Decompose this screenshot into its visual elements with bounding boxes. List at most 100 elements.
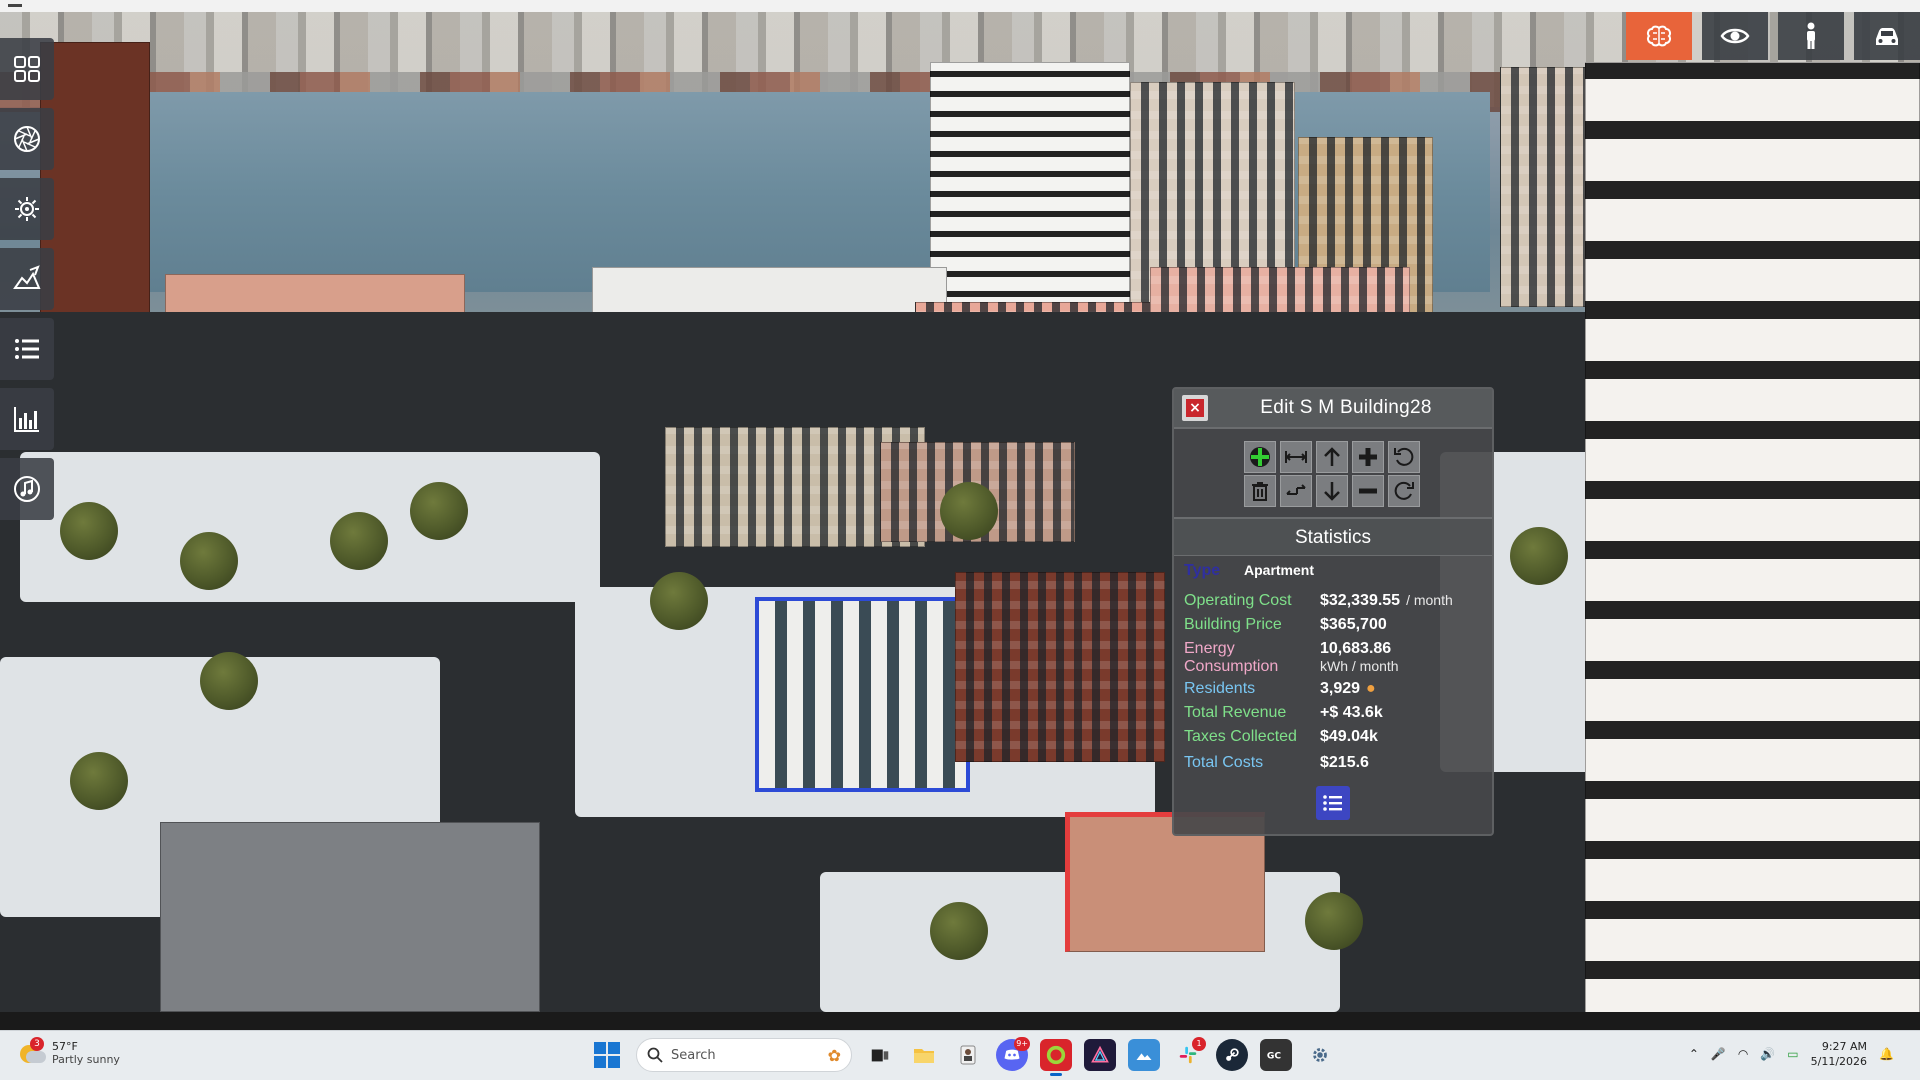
list-menu-button[interactable] (0, 318, 54, 380)
selected-apartment-building[interactable] (755, 597, 970, 792)
tower-building (930, 62, 1130, 312)
steam-icon (1226, 1048, 1239, 1061)
rotate-left-button[interactable] (1388, 441, 1420, 473)
folder-icon (914, 1049, 934, 1063)
game-app-button[interactable] (1040, 1039, 1072, 1076)
total-revenue-value: +$ 43.6k (1320, 704, 1383, 721)
steam-button[interactable] (1216, 1039, 1248, 1071)
gamecenter-button[interactable]: GC (1260, 1039, 1292, 1071)
total-costs-label: Total Costs (1184, 754, 1264, 771)
left-red-tower (40, 42, 150, 342)
microphone-icon[interactable]: 🎤 (1711, 1047, 1726, 1061)
taxes-value: $49.04k (1320, 728, 1378, 745)
move-icon (1250, 447, 1270, 467)
arrow-up-icon (1324, 447, 1340, 466)
clock[interactable]: 9:27 AM 5/11/2026 (1811, 1039, 1867, 1069)
settings-button[interactable] (1304, 1039, 1336, 1071)
eye-icon (1720, 28, 1750, 44)
start-button[interactable] (590, 1038, 624, 1072)
statistics-button[interactable] (0, 388, 54, 450)
foreground-highrise (1585, 62, 1920, 1012)
task-view-icon (871, 1049, 889, 1062)
triangle-logo-icon (1091, 1045, 1109, 1063)
game-viewport[interactable] (0, 12, 1920, 1012)
car-view-button[interactable] (1854, 12, 1920, 60)
chevron-up-icon[interactable]: ⌃ (1689, 1047, 1699, 1061)
close-button[interactable]: × (1182, 395, 1208, 421)
scale-up-button[interactable] (1352, 441, 1384, 473)
width-icon (1285, 451, 1307, 463)
volume-icon[interactable]: 🔊 (1760, 1047, 1775, 1061)
slack-badge: 1 (1192, 1037, 1206, 1051)
tree (330, 512, 388, 570)
tree (180, 532, 238, 590)
contact-app-button[interactable] (952, 1039, 984, 1071)
slack-button[interactable]: 1 (1172, 1037, 1206, 1071)
statistics-header: Statistics (1174, 519, 1492, 556)
building-price-value: $365,700 (1320, 616, 1387, 633)
task-view-button[interactable] (864, 1039, 896, 1071)
search-highlight-icon: ✿ (827, 1045, 841, 1065)
weather-badge: 3 (30, 1037, 44, 1051)
list-icon (1323, 795, 1342, 811)
brain-view-button[interactable] (1626, 12, 1692, 60)
arrow-down-icon (1324, 482, 1340, 501)
building-price-label: Building Price (1184, 616, 1282, 633)
scale-down-button[interactable] (1352, 475, 1384, 507)
person-icon (1807, 22, 1815, 49)
weather-condition: Partly sunny (52, 1053, 120, 1066)
swap-button[interactable] (1280, 475, 1312, 507)
file-explorer-button[interactable] (908, 1039, 940, 1071)
clock-time: 9:27 AM (1821, 1040, 1868, 1053)
grey-roof-building (160, 822, 540, 1012)
energy-value: 10,683.86 (1320, 640, 1392, 657)
music-icon (14, 476, 40, 502)
energy-values: 10,683.86 kWh / month (1320, 640, 1399, 674)
battery-icon[interactable]: ▭ (1787, 1047, 1798, 1061)
eye-view-button[interactable] (1702, 12, 1768, 60)
search-placeholder: Search (671, 1047, 716, 1063)
stat-total-revenue: Total Revenue +$ 43.6k (1184, 704, 1482, 728)
camera-aperture-button[interactable] (0, 108, 54, 170)
stat-energy: Energy Consumption 10,683.86 kWh / month (1184, 640, 1482, 676)
discord-button[interactable]: 9+ (996, 1037, 1030, 1071)
weather-widget[interactable]: 3 57°F Partly sunny (18, 1037, 120, 1067)
photos-app-button[interactable] (1128, 1039, 1160, 1071)
rotate-right-button[interactable] (1388, 475, 1420, 507)
details-list-button[interactable] (1316, 786, 1350, 820)
lower-button[interactable] (1316, 475, 1348, 507)
tree (410, 482, 468, 540)
taskbar-search[interactable]: Search ✿ (636, 1038, 852, 1072)
residents-label: Residents (1184, 680, 1256, 697)
building-edit-panel: × Edit S M Building28 Statistics Type Ap… (1172, 387, 1494, 836)
tree (1510, 527, 1568, 585)
move-button[interactable] (1244, 441, 1276, 473)
notification-bell-icon[interactable]: 🔔 (1879, 1047, 1894, 1061)
terrain-tool-button[interactable] (0, 248, 54, 310)
type-label: Type (1184, 562, 1221, 579)
wifi-icon[interactable]: ◠ (1738, 1047, 1748, 1061)
raise-button[interactable] (1316, 441, 1348, 473)
grid-icon (14, 56, 40, 82)
system-tray: ⌃ 🎤 ◠ 🔊 ▭ 9:27 AM 5/11/2026 🔔 (1689, 1039, 1894, 1069)
affinity-app-button[interactable] (1084, 1039, 1116, 1071)
pedestrian-view-button[interactable] (1778, 12, 1844, 60)
residents-people-icon: ● (1366, 680, 1376, 697)
lighting-settings-button[interactable] (0, 178, 54, 240)
delete-button[interactable] (1244, 475, 1276, 507)
operating-cost-unit: / month (1406, 592, 1453, 608)
weather-temperature: 57°F (52, 1040, 78, 1053)
search-icon (647, 1047, 663, 1063)
tree (940, 482, 998, 540)
minus-icon (1359, 488, 1377, 494)
operating-cost-label: Operating Cost (1184, 592, 1292, 609)
width-button[interactable] (1280, 441, 1312, 473)
tree (930, 902, 988, 960)
plus-icon (1359, 448, 1377, 466)
grid-menu-button[interactable] (0, 38, 54, 100)
tree (60, 502, 118, 560)
music-button[interactable] (0, 458, 54, 520)
close-icon: × (1186, 399, 1204, 417)
terrain-brush-icon (13, 265, 41, 289)
windows-logo-icon (594, 1042, 606, 1054)
